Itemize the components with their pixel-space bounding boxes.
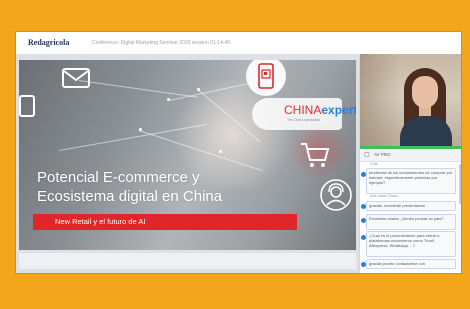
logo-tagline: The China specialists <box>287 118 321 122</box>
chat-message: gracias, excelente presentación <box>366 201 456 211</box>
presentation-slide: CHINAexpert The China specialists Potenc… <box>19 60 356 250</box>
top-bar: Redagricola Conference: Digital Marketin… <box>16 32 461 55</box>
network-node <box>167 98 170 101</box>
chat-message: Excelente charla, ¿tienen pensar so pais… <box>366 214 456 230</box>
chat-sender: Ana Isabel Flores <box>370 194 398 198</box>
presenter-video[interactable] <box>360 54 461 149</box>
slide-headline-line-2: Ecosistema digital en China <box>37 188 223 205</box>
chat-header-label: AV PRO <box>374 152 391 157</box>
webinar-title: Conference: Digital Marketing Seminar 20… <box>92 40 231 46</box>
chat-message: gracias pronto contactarme con <box>366 259 456 269</box>
logo-part-1: CHINA <box>284 103 322 117</box>
support-agent-icon <box>319 178 353 212</box>
webinar-screen: Redagricola Conference: Digital Marketin… <box>16 32 461 273</box>
presenter-body <box>400 116 452 149</box>
slide-area: CHINAexpert The China specialists Potenc… <box>16 54 359 273</box>
chat-scrollbar[interactable] <box>459 164 461 204</box>
slide-subtitle-bar: New Retail y el futuro de AI <box>33 214 297 230</box>
chat-message: ¿Cual es el procedimiento para entrar a … <box>366 231 456 257</box>
slide-headline: Potencial E-commerce y Ecosistema digita… <box>37 168 222 206</box>
cart-icon <box>299 140 331 170</box>
right-panel: ▢ AV PRO Chat tendencia de los consumido… <box>359 54 461 273</box>
chat-header: ▢ AV PRO <box>360 149 461 162</box>
logo-part-2: expert <box>321 103 356 117</box>
slide-subtitle: New Retail y el futuro de AI <box>55 217 146 226</box>
chat-icon: ▢ <box>364 152 370 158</box>
brand-logo[interactable]: Redagricola <box>28 38 69 47</box>
china-expert-logo-text: CHINAexpert <box>284 103 356 117</box>
tablet-icon <box>19 94 39 120</box>
presenter-face <box>412 76 438 108</box>
slide-footer <box>19 253 356 269</box>
mail-icon <box>61 66 91 90</box>
slide-headline-line-1: Potencial E-commerce y <box>37 169 200 186</box>
network-node <box>139 128 142 131</box>
network-node <box>219 150 222 153</box>
chat-list[interactable]: Chat tendencia de los consumidores de co… <box>360 162 461 273</box>
chat-sender: Chat <box>370 162 378 166</box>
network-node <box>197 88 200 91</box>
chat-message: tendencia de los consumidores de comprar… <box>366 168 456 194</box>
